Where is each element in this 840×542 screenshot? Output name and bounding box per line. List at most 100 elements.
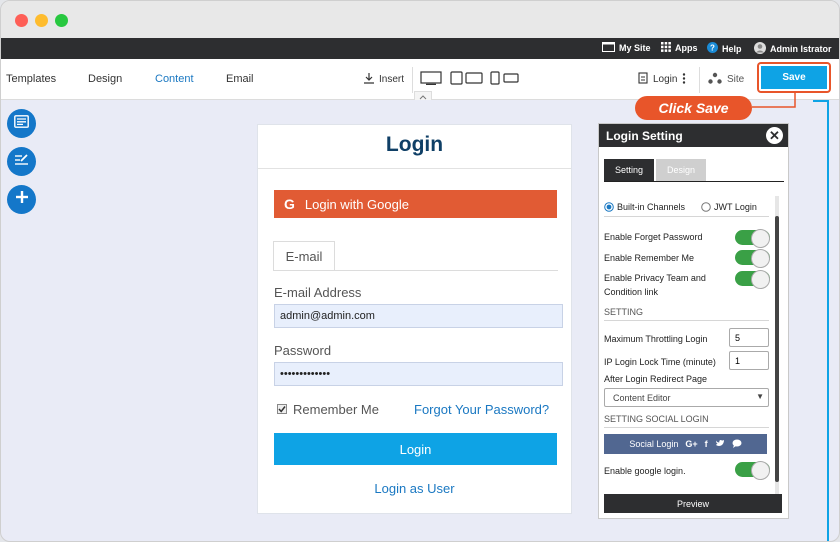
- help-icon: ?: [707, 42, 718, 55]
- canvas-edge-line: [827, 100, 829, 541]
- google-plus-icon: G+: [685, 439, 698, 449]
- top-nav-bar: My Site Apps ? Help Admin Istrator: [1, 38, 839, 59]
- remember-me-label: Remember Me: [293, 402, 379, 417]
- toolbar-divider: [412, 67, 413, 93]
- insert-button[interactable]: Insert: [363, 72, 404, 87]
- page-selector[interactable]: Login: [638, 72, 686, 87]
- tab-email-login[interactable]: E-mail: [273, 241, 335, 271]
- close-window-icon[interactable]: [15, 14, 28, 27]
- email-label: E-mail Address: [274, 285, 362, 300]
- twitter-icon: [715, 439, 725, 449]
- privacy-link-toggle[interactable]: [735, 270, 770, 289]
- plus-icon: [15, 190, 29, 209]
- grid-icon: [661, 42, 671, 54]
- page-settings-button[interactable]: [7, 109, 36, 138]
- page-select-label: Login: [653, 74, 678, 85]
- password-input[interactable]: •••••••••••••: [274, 362, 563, 386]
- mobile-view-icon[interactable]: [490, 71, 520, 88]
- tab-setting[interactable]: Setting: [604, 159, 654, 181]
- close-icon[interactable]: ✕: [766, 127, 783, 144]
- settings-scrollbar[interactable]: [775, 196, 779, 506]
- title-divider: [258, 168, 571, 169]
- tab-content[interactable]: Content: [155, 73, 194, 85]
- login-setting-title: Login Setting: [606, 128, 683, 143]
- my-site-label: My Site: [619, 43, 651, 53]
- channel-builtin-option[interactable]: Built-in Channels: [604, 200, 685, 214]
- setting-section-heading: SETTING: [604, 307, 644, 317]
- tab-design-settings[interactable]: Design: [656, 159, 706, 181]
- site-button[interactable]: Site: [708, 72, 744, 87]
- scrollbar-thumb[interactable]: [775, 216, 779, 482]
- section-divider: [604, 320, 769, 321]
- desktop-view-icon[interactable]: [420, 71, 442, 88]
- redirect-select-value: Content Editor: [613, 392, 671, 403]
- social-section-heading: SETTING SOCIAL LOGIN: [604, 414, 709, 424]
- user-name: Admin Istrator: [770, 44, 832, 54]
- site-label: Site: [727, 74, 745, 85]
- google-login-button[interactable]: G Login with Google: [274, 190, 557, 218]
- tab-templates[interactable]: Templates: [6, 73, 56, 85]
- help-link[interactable]: ? Help: [707, 42, 742, 55]
- radio-empty-icon: [701, 202, 711, 212]
- insert-label: Insert: [379, 74, 405, 85]
- ip-lock-input[interactable]: 1: [729, 351, 769, 370]
- section-divider: [604, 216, 769, 217]
- section-divider: [604, 427, 769, 428]
- app-window: My Site Apps ? Help Admin Istrator Templ…: [0, 0, 840, 542]
- facebook-icon: f: [704, 439, 708, 449]
- check-icon: [278, 406, 286, 413]
- google-login-setting-label: Enable google login.: [604, 466, 686, 476]
- social-login-label: Social Login: [629, 439, 679, 449]
- canvas-edge-marker: [813, 100, 828, 102]
- password-label: Password: [274, 343, 332, 358]
- minimize-window-icon[interactable]: [35, 14, 48, 27]
- channel-jwt-option[interactable]: JWT Login: [701, 200, 757, 214]
- login-title: Login: [385, 133, 444, 156]
- forgot-password-link[interactable]: Forgot Your Password?: [414, 402, 549, 417]
- login-as-user-link[interactable]: Login as User: [258, 481, 571, 496]
- radio-selected-icon: [604, 202, 614, 212]
- chat-icon: [732, 439, 742, 450]
- apps-label: Apps: [675, 43, 698, 53]
- help-label: Help: [722, 43, 742, 54]
- download-icon: [363, 72, 375, 87]
- edit-icon: [14, 153, 29, 171]
- max-throttling-label: Maximum Throttling Login: [604, 334, 708, 344]
- redirect-label: After Login Redirect Page: [604, 374, 708, 384]
- channel-jwt-label: JWT Login: [714, 202, 757, 212]
- redirect-select[interactable]: Content Editor ▼: [604, 388, 769, 407]
- google-login-toggle[interactable]: [735, 461, 770, 480]
- remember-me-toggle[interactable]: [735, 249, 770, 268]
- user-menu[interactable]: Admin Istrator: [754, 42, 832, 56]
- remember-me-setting-label: Enable Remember Me: [604, 253, 695, 263]
- tablet-view-icon[interactable]: [450, 71, 484, 88]
- login-button[interactable]: Login: [274, 433, 557, 465]
- max-throttling-input[interactable]: 5: [729, 328, 769, 347]
- toolbar-divider: [699, 67, 700, 93]
- social-login-button[interactable]: Social Login G+ f: [604, 434, 767, 454]
- tab-design[interactable]: Design: [88, 73, 122, 85]
- edit-content-button[interactable]: [7, 147, 36, 176]
- google-login-label: Login with Google: [304, 196, 409, 212]
- preview-button[interactable]: Preview: [604, 494, 782, 513]
- save-button[interactable]: Save: [759, 64, 829, 91]
- forget-password-label: Enable Forget Password: [604, 232, 703, 242]
- remember-me-checkbox[interactable]: [277, 404, 287, 414]
- tab-email[interactable]: Email: [226, 73, 254, 85]
- editor-toolbar: Templates Design Content Email Insert Lo…: [1, 59, 839, 100]
- email-input[interactable]: admin@admin.com: [274, 304, 563, 328]
- add-block-button[interactable]: [7, 185, 36, 214]
- browser-icon: [602, 42, 615, 54]
- layout-icon: [14, 114, 29, 133]
- forget-password-toggle[interactable]: [735, 229, 770, 248]
- more-vertical-icon[interactable]: [682, 72, 686, 87]
- window-titlebar: [1, 1, 839, 38]
- click-save-callout: Click Save: [635, 96, 752, 120]
- maximize-window-icon[interactable]: [55, 14, 68, 27]
- login-form-panel: Login G Login with Google E-mail E-mail …: [257, 124, 572, 514]
- collapse-toolbar-toggle[interactable]: [414, 91, 432, 100]
- apps-link[interactable]: Apps: [661, 42, 698, 54]
- ip-lock-label: IP Login Lock Time (minute): [604, 357, 716, 367]
- login-setting-panel: Login Setting ✕ Setting Design Built-in …: [598, 123, 789, 519]
- my-site-link[interactable]: My Site: [602, 42, 651, 54]
